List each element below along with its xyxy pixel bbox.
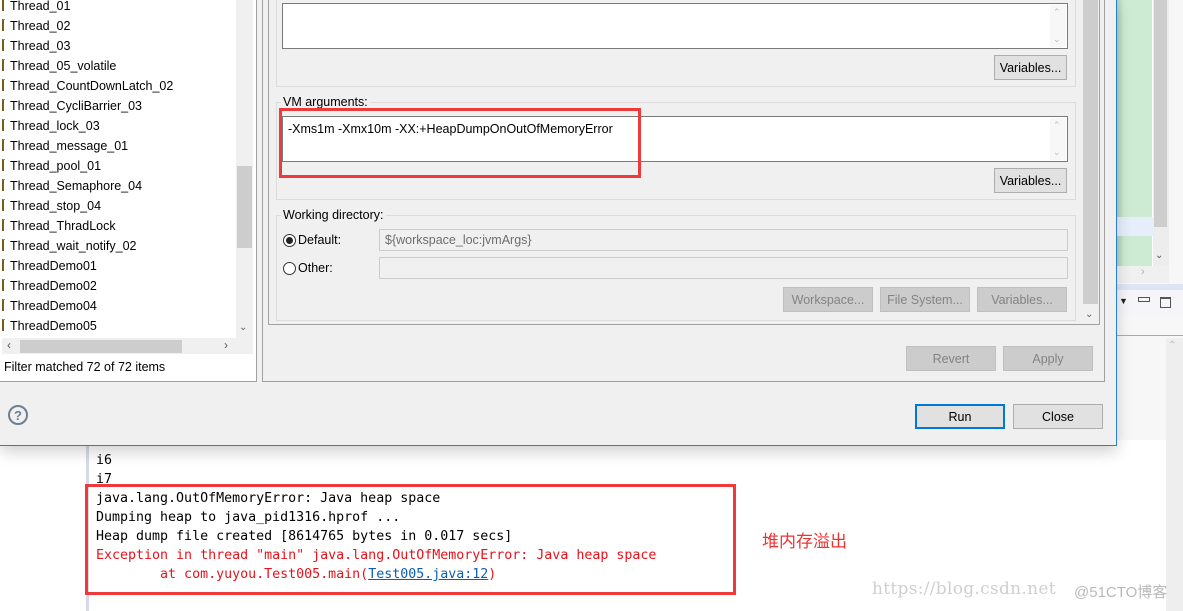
tree-item[interactable]: Thread_stop_04 xyxy=(2,196,101,216)
tree-item[interactable]: Thread_message_01 xyxy=(2,136,128,156)
working-dir-variables-button[interactable]: Variables... xyxy=(977,287,1067,312)
scroll-right-icon[interactable]: › xyxy=(224,338,228,352)
java-app-icon xyxy=(2,179,5,191)
help-icon[interactable]: ? xyxy=(8,405,28,425)
run-button[interactable]: Run xyxy=(915,404,1005,429)
textarea-scrollbar[interactable]: ⌃ ⌄ xyxy=(1050,118,1066,160)
java-app-icon xyxy=(2,299,5,311)
java-app-icon xyxy=(2,139,5,151)
vm-arguments-highlight-box xyxy=(279,108,641,178)
view-menu-icon[interactable]: ▼ xyxy=(1119,296,1128,306)
tree-item[interactable]: Thread_ThradLock xyxy=(2,216,116,236)
scroll-up-icon[interactable]: ⌃ xyxy=(1053,120,1061,131)
tree-item[interactable]: Thread_05_volatile xyxy=(2,56,116,76)
java-app-icon xyxy=(2,259,5,271)
tree-item[interactable]: Thread_CycliBarrier_03 xyxy=(2,96,142,116)
tree-item[interactable]: ThreadDemo05 xyxy=(2,316,97,336)
console-highlight-box xyxy=(85,484,736,595)
apply-button[interactable]: Apply xyxy=(1003,346,1093,371)
watermark-url: https://blog.csdn.net xyxy=(872,579,1056,599)
tree-scroll-thumb[interactable] xyxy=(237,166,252,248)
annotation-label: 堆内存溢出 xyxy=(762,532,847,552)
launch-config-tree: Thread_01 Thread_02 Thread_03 Thread_05_… xyxy=(0,0,257,382)
java-app-icon xyxy=(2,99,5,111)
java-app-icon xyxy=(2,279,5,291)
vm-arguments-label: VM arguments: xyxy=(281,95,370,109)
java-app-icon xyxy=(2,39,5,51)
close-button[interactable]: Close xyxy=(1013,404,1103,429)
tab-scroll-thumb[interactable] xyxy=(1083,0,1098,304)
tree-item[interactable]: Thread_01 xyxy=(2,0,70,16)
java-app-icon xyxy=(2,239,5,251)
tree-item[interactable]: ThreadDemo02 xyxy=(2,276,97,296)
java-app-icon xyxy=(2,219,5,231)
scroll-up-icon[interactable]: ⌃ xyxy=(1168,340,1176,351)
tree-item[interactable]: Thread_CountDownLatch_02 xyxy=(2,76,173,96)
vm-variables-button[interactable]: Variables... xyxy=(994,168,1067,193)
run-configurations-dialog: Thread_01 Thread_02 Thread_03 Thread_05_… xyxy=(0,0,1117,446)
tree-item[interactable]: Thread_03 xyxy=(2,36,70,56)
default-radio[interactable] xyxy=(283,234,296,247)
revert-button[interactable]: Revert xyxy=(906,346,996,371)
editor-selected-line xyxy=(1116,217,1153,236)
program-arguments-input[interactable]: ⌃ ⌄ xyxy=(282,3,1068,49)
tree-item[interactable]: ThreadDemo04 xyxy=(2,296,97,316)
scroll-down-icon[interactable]: ⌄ xyxy=(1085,309,1093,320)
default-radio-label[interactable]: Default: xyxy=(298,233,341,247)
filter-status: Filter matched 72 of 72 items xyxy=(4,360,166,374)
console-divider xyxy=(1116,335,1183,336)
file-system-button[interactable]: File System... xyxy=(880,287,970,312)
watermark-site: @51CTO博客 xyxy=(1074,584,1168,601)
scroll-right-icon[interactable]: › xyxy=(1141,266,1145,278)
scroll-up-icon[interactable]: ⌃ xyxy=(1053,7,1061,18)
tree-item[interactable]: ThreadDemo01 xyxy=(2,256,97,276)
tree-item[interactable]: Thread_Semaphore_04 xyxy=(2,176,142,196)
workspace-button[interactable]: Workspace... xyxy=(783,287,873,312)
tree-item[interactable]: Thread_lock_03 xyxy=(2,116,100,136)
java-app-icon xyxy=(2,199,5,211)
java-app-icon xyxy=(2,79,5,91)
scroll-down-icon[interactable]: ⌄ xyxy=(1053,34,1061,45)
program-variables-button[interactable]: Variables... xyxy=(994,55,1067,80)
java-app-icon xyxy=(2,319,5,331)
console-vertical-scrollbar[interactable] xyxy=(1166,338,1183,611)
console-line: i6 xyxy=(96,453,113,468)
working-directory-label: Working directory: xyxy=(281,208,386,222)
other-directory-field xyxy=(379,257,1068,279)
tree-hscroll-thumb[interactable] xyxy=(20,340,182,353)
scroll-left-icon[interactable]: ‹ xyxy=(7,338,11,352)
scroll-down-icon[interactable]: ⌄ xyxy=(239,322,247,333)
scroll-down-icon[interactable]: ⌄ xyxy=(1053,147,1061,158)
other-radio-label[interactable]: Other: xyxy=(298,261,333,275)
scroll-down-icon[interactable]: ⌄ xyxy=(1155,250,1163,261)
tree-item[interactable]: Thread_wait_notify_02 xyxy=(2,236,136,256)
tree-item[interactable]: Thread_02 xyxy=(2,16,70,36)
maximize-icon[interactable] xyxy=(1160,297,1171,308)
java-app-icon xyxy=(2,59,5,71)
minimize-icon[interactable] xyxy=(1138,297,1150,302)
java-app-icon xyxy=(2,159,5,171)
tree-item[interactable]: Thread_pool_01 xyxy=(2,156,101,176)
java-app-icon xyxy=(2,0,5,11)
default-directory-field: ${workspace_loc:jvmArgs} xyxy=(379,229,1068,251)
java-app-icon xyxy=(2,19,5,31)
editor-scroll-thumb[interactable] xyxy=(1154,0,1167,227)
java-app-icon xyxy=(2,119,5,131)
other-radio[interactable] xyxy=(283,262,296,275)
textarea-scrollbar[interactable]: ⌃ ⌄ xyxy=(1050,5,1066,47)
